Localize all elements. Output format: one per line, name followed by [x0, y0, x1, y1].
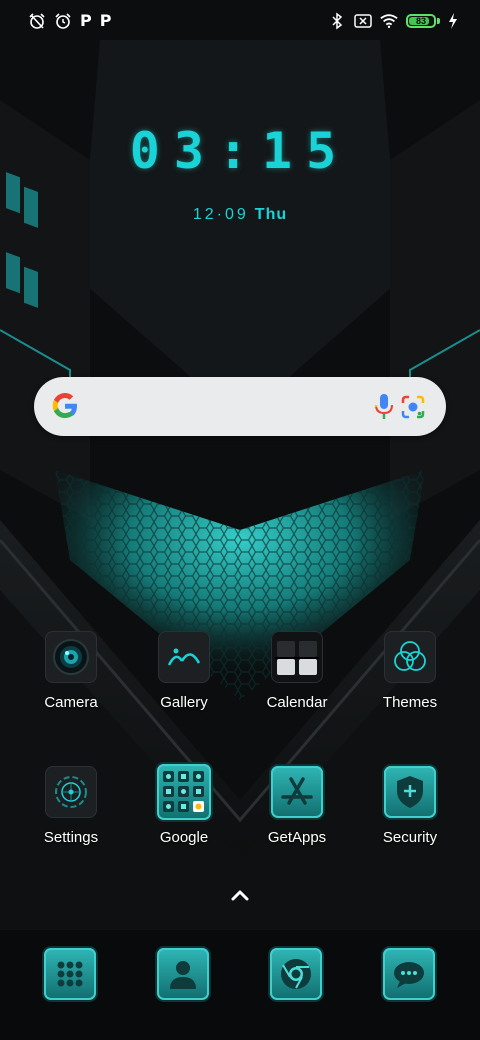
date-text: 12·09 — [192, 206, 249, 223]
status-bar: P P 83 — [0, 0, 480, 44]
bluetooth-icon — [328, 12, 346, 30]
app-themes[interactable]: Themes — [355, 630, 465, 711]
app-camera[interactable]: Camera — [16, 630, 126, 711]
getapps-icon — [270, 765, 324, 819]
app-drawer-chevron-up-icon[interactable] — [228, 886, 252, 904]
dock-phone[interactable] — [15, 948, 125, 1000]
app-calendar[interactable]: Calendar — [242, 630, 352, 711]
dialer-icon — [44, 948, 96, 1000]
parking-p-icon: P — [80, 11, 92, 30]
alarm-off-icon — [28, 12, 46, 30]
app-label: Google — [159, 829, 209, 846]
app-label: Security — [382, 829, 438, 846]
google-g-icon[interactable] — [50, 391, 80, 426]
app-settings[interactable]: Settings — [16, 765, 126, 846]
google-search-bar[interactable] — [34, 377, 446, 436]
app-label: Themes — [382, 694, 438, 711]
settings-icon — [44, 765, 98, 819]
clock-time[interactable]: 03:15 — [0, 122, 480, 180]
weekday-text: Thu — [254, 206, 288, 223]
app-getapps[interactable]: GetApps — [242, 765, 352, 846]
wifi-icon — [380, 12, 398, 30]
alarm-clock-icon — [54, 12, 72, 30]
dock-contacts[interactable] — [128, 948, 238, 1000]
app-label: Calendar — [266, 694, 328, 711]
calendar-icon — [270, 630, 324, 684]
app-label: Camera — [44, 694, 98, 711]
folder-icon — [157, 764, 211, 820]
clock-date[interactable]: 12·09 Thu — [0, 206, 480, 224]
security-shield-icon — [383, 765, 437, 819]
messages-icon — [383, 948, 435, 1000]
app-security[interactable]: Security — [355, 765, 465, 846]
parking-p-icon: P — [99, 11, 112, 30]
dock-messages[interactable] — [354, 948, 464, 1000]
app-label: Gallery — [160, 694, 208, 711]
charging-bolt-icon — [448, 12, 458, 30]
themes-icon — [383, 630, 437, 684]
dock-chrome[interactable] — [241, 948, 351, 1000]
battery-icon: 83 — [406, 14, 440, 28]
camera-icon — [44, 630, 98, 684]
no-sim-icon — [354, 12, 372, 30]
battery-level-text: 83 — [415, 16, 426, 26]
lens-icon[interactable] — [400, 394, 426, 425]
contacts-icon — [157, 948, 209, 1000]
app-gallery[interactable]: Gallery — [129, 630, 239, 711]
app-folder-google[interactable]: Google — [129, 764, 239, 846]
app-label: Settings — [43, 829, 99, 846]
app-label: GetApps — [267, 829, 327, 846]
gallery-icon — [157, 630, 211, 684]
chrome-icon — [270, 948, 322, 1000]
mic-icon[interactable] — [374, 393, 394, 426]
